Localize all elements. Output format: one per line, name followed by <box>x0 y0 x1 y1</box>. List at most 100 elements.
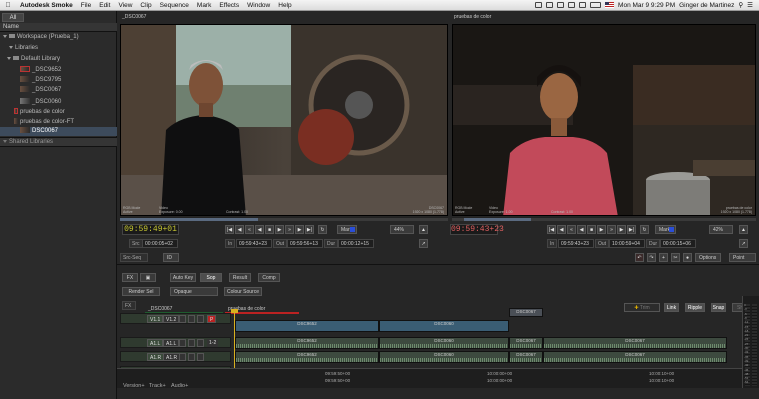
track-sub-label[interactable]: V1.2 <box>163 315 180 323</box>
right-in-value[interactable]: 09:59:43+23 <box>558 239 594 248</box>
go-to-end-button[interactable]: ▶| <box>627 225 636 234</box>
snap-button[interactable]: Snap <box>711 303 726 312</box>
colour-source-button[interactable]: Colour Source <box>224 287 262 296</box>
library-item[interactable]: _DSC0060 <box>0 97 117 107</box>
right-dur-value[interactable]: 00:00:15+06 <box>660 239 696 248</box>
right-out-label[interactable]: Out <box>595 239 610 248</box>
right-dur-label[interactable]: Dur <box>646 239 661 248</box>
version-add-button[interactable]: Version+ <box>123 383 145 389</box>
track-monitor-icon[interactable] <box>188 339 195 347</box>
reverse-play-button[interactable]: ◀ <box>577 225 586 234</box>
shared-libraries-row[interactable]: Shared Libraries <box>0 137 117 147</box>
menu-file[interactable]: File <box>77 2 95 9</box>
bluetooth-icon[interactable] <box>557 2 565 8</box>
menu-sequence[interactable]: Sequence <box>156 2 193 9</box>
next-frame-button[interactable]: ▶ <box>617 225 626 234</box>
marker-icon[interactable]: ● <box>683 253 692 262</box>
fx-button[interactable]: FX <box>122 273 138 282</box>
comp-button[interactable]: Comp <box>258 273 280 282</box>
menu-view[interactable]: View <box>114 2 136 9</box>
menubar-user[interactable]: Ginger de Martinez <box>679 2 734 9</box>
left-in-label[interactable]: In <box>225 239 236 248</box>
timeline-clip-audio[interactable]: DSC9652 <box>235 351 379 363</box>
go-to-start-button[interactable]: |◀ <box>547 225 556 234</box>
left-viewer-lock-icon[interactable]: ▲ <box>419 225 428 234</box>
menu-effects[interactable]: Effects <box>215 2 243 9</box>
timeline-clip-video[interactable]: DSC0067 <box>509 308 543 317</box>
notification-center-icon[interactable]: ☰ <box>747 1 753 9</box>
search-icon[interactable]: ⚲ <box>738 1 743 9</box>
left-dur-label[interactable]: Dur <box>324 239 339 248</box>
track-sub-label[interactable]: A1.L <box>163 339 180 347</box>
right-in-label[interactable]: In <box>547 239 558 248</box>
left-out-label[interactable]: Out <box>273 239 288 248</box>
render-sel-button[interactable]: Render Sel <box>122 287 160 296</box>
left-timecode[interactable]: 09:59:49+01 <box>122 224 179 235</box>
right-out-value[interactable]: 10:00:59+04 <box>609 239 645 248</box>
library-item[interactable]: _DSC9795 <box>0 75 117 85</box>
us-flag-icon[interactable] <box>605 2 615 8</box>
go-to-start-button[interactable]: |◀ <box>225 225 234 234</box>
timeline-clip-audio[interactable]: DSC0067 <box>509 337 543 349</box>
right-viewer[interactable]: RGB Mode Active Video Exposure: 1.00 Contr… <box>452 24 756 216</box>
prev-frame-button[interactable]: ◀ <box>235 225 244 234</box>
left-dur-value[interactable]: 00:00:12+15 <box>338 239 374 248</box>
timeline-clip-audio[interactable]: DSC9652 <box>235 337 379 349</box>
auto-key-button[interactable]: Auto Key <box>170 273 196 282</box>
src-seq-toggle[interactable]: Src-Seq <box>120 253 148 262</box>
track-header-v1[interactable]: V1.1 V1.2 P <box>120 313 231 324</box>
play-button[interactable]: ▶ <box>275 225 284 234</box>
result-button[interactable]: Result <box>229 273 251 282</box>
right-zoom-dropdown[interactable]: 42% <box>709 225 733 234</box>
left-zoom-dropdown[interactable]: 44% <box>390 225 414 234</box>
right-viewer-expand-icon[interactable]: ↗ <box>739 239 748 248</box>
opaque-dropdown[interactable]: Opaque <box>170 287 218 296</box>
dropbox-icon[interactable] <box>535 2 543 8</box>
library-item[interactable]: _DSC9652 <box>0 65 117 75</box>
tab-all[interactable]: All <box>2 13 24 22</box>
loop-button[interactable]: ↻ <box>640 225 649 234</box>
track-mute-icon[interactable] <box>197 353 204 361</box>
apple-icon[interactable]:  <box>0 2 16 9</box>
menu-mark[interactable]: Mark <box>193 2 215 9</box>
track-label[interactable]: V1.1 <box>147 315 164 323</box>
track-patch-badge[interactable]: P <box>207 315 217 323</box>
reverse-play-button[interactable]: ◀ <box>255 225 264 234</box>
track-add-button[interactable]: Track+ <box>149 383 166 389</box>
track-mute-icon[interactable] <box>197 339 204 347</box>
menu-app-name[interactable]: Autodesk Smoke <box>16 2 77 9</box>
trim-button[interactable]: ✚ Trim <box>624 303 660 312</box>
stop-button[interactable]: ■ <box>587 225 596 234</box>
scissors-icon[interactable]: ✂ <box>671 253 680 262</box>
volume-icon[interactable] <box>579 2 587 8</box>
left-mark-button[interactable]: Mark <box>337 225 357 234</box>
next-frame-button[interactable]: ▶ <box>295 225 304 234</box>
zoom-in-icon[interactable]: + <box>659 253 668 262</box>
expand-triangle-icon[interactable] <box>7 56 11 60</box>
track-sub-label[interactable]: A1.R <box>163 353 181 361</box>
track-label[interactable]: A1.L <box>147 339 164 347</box>
go-to-end-button[interactable]: ▶| <box>305 225 314 234</box>
track-lock-icon[interactable] <box>179 315 186 323</box>
expand-triangle-icon[interactable] <box>3 34 7 38</box>
track-label[interactable]: A1.R <box>147 353 165 361</box>
stop-button[interactable]: ■ <box>265 225 274 234</box>
menu-window[interactable]: Window <box>243 2 274 9</box>
timeline-clip-audio[interactable]: DSC0067 <box>543 337 727 349</box>
fx-small-toggle[interactable]: FX <box>122 301 136 310</box>
menu-help[interactable]: Help <box>274 2 295 9</box>
playhead-handle[interactable] <box>231 309 238 313</box>
link-button[interactable]: Link <box>664 303 679 312</box>
left-viewer[interactable]: RGB Mode Active Video Exposure: 0.00 Contr… <box>120 24 448 216</box>
track-header-a1l[interactable]: A1.L A1.L 1-2 <box>120 337 231 348</box>
redo-icon[interactable]: ↷ <box>647 253 656 262</box>
track-mute-icon[interactable] <box>197 315 204 323</box>
left-in-value[interactable]: 09:59:43+23 <box>236 239 272 248</box>
menu-edit[interactable]: Edit <box>95 2 114 9</box>
default-library-row[interactable]: Default Library <box>0 54 117 64</box>
timeline-clip-audio[interactable]: DSC0067 <box>543 351 727 363</box>
track-lock-icon[interactable] <box>179 339 186 347</box>
library-item[interactable]: pruebas de color-FT <box>0 117 117 127</box>
left-out-value[interactable]: 09:59:56+13 <box>287 239 323 248</box>
track-header-a1r[interactable]: A1.R A1.R <box>120 351 231 362</box>
